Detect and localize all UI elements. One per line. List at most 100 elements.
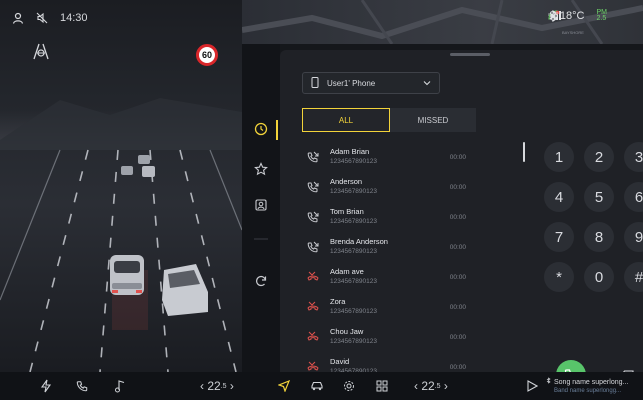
phone-sheet: User1' Phone ALL MISSED Adam Brian 123456… bbox=[280, 50, 643, 390]
now-playing[interactable]: Song name superlong... Band name superlo… bbox=[546, 377, 628, 396]
side-vehicle bbox=[162, 264, 208, 316]
refresh-icon[interactable] bbox=[252, 272, 270, 290]
sheet-handle[interactable] bbox=[450, 53, 490, 56]
recents-clock-icon[interactable] bbox=[252, 120, 270, 138]
ego-vehicle bbox=[110, 255, 144, 295]
chevron-right-icon[interactable]: › bbox=[230, 379, 234, 393]
user-icon[interactable] bbox=[12, 12, 24, 24]
contact-number: 1234567890123 bbox=[330, 188, 377, 195]
favorites-star-icon[interactable] bbox=[252, 160, 270, 178]
dialpad-key[interactable]: 2 bbox=[584, 142, 614, 172]
outgoing-call-icon bbox=[302, 150, 324, 164]
tab-missed[interactable]: MISSED bbox=[390, 108, 476, 132]
outgoing-call-icon bbox=[302, 210, 324, 224]
map-label: BAYSHORE bbox=[562, 30, 584, 35]
dialpad-key[interactable]: 8 bbox=[584, 222, 614, 252]
status-left: 14:30 bbox=[12, 12, 88, 24]
bottom-bar: ‹ 22.5 › ‹ 22.5 › Song name superlong...… bbox=[0, 372, 643, 400]
call-history-row[interactable]: Adam ave 1234567890123 00:00 bbox=[302, 262, 482, 292]
call-history-list: Adam Brian 1234567890123 00:00 Anderson 1234… bbox=[302, 142, 482, 382]
chevron-left-icon[interactable]: ‹ bbox=[200, 379, 204, 393]
clock-time: 14:30 bbox=[60, 12, 88, 24]
dialpad-key[interactable]: * bbox=[544, 262, 574, 292]
call-time: 00:00 bbox=[449, 183, 466, 191]
missed-call-icon bbox=[302, 300, 324, 314]
contact-name: Chou Jaw bbox=[330, 327, 364, 336]
dialpad-key[interactable]: 4 bbox=[544, 182, 574, 212]
phone-device-select[interactable]: User1' Phone bbox=[302, 72, 440, 94]
contact-name: Zora bbox=[330, 297, 346, 306]
play-icon[interactable] bbox=[526, 372, 538, 400]
driving-view: 14:30 60 bbox=[0, 0, 242, 372]
call-history-row[interactable]: Adam Brian 1234567890123 00:00 bbox=[302, 142, 482, 172]
chevron-down-icon bbox=[423, 79, 431, 88]
dialpad-key[interactable]: 9 bbox=[624, 222, 643, 252]
outside-temperature: 18°C bbox=[559, 10, 585, 22]
missed-call-icon bbox=[302, 270, 324, 284]
call-history-row[interactable]: Zora 1234567890123 00:00 bbox=[302, 292, 482, 322]
call-history-row[interactable]: Chou Jaw 1234567890123 00:00 bbox=[302, 322, 482, 352]
right-temp-control[interactable]: ‹ 22.5 › bbox=[414, 372, 448, 400]
call-history-row[interactable]: Tom Brian 1234567890123 00:00 bbox=[302, 202, 482, 232]
call-time: 00:00 bbox=[449, 333, 466, 341]
outgoing-call-icon bbox=[302, 180, 324, 194]
contact-name: Brenda Anderson bbox=[330, 237, 388, 246]
mute-icon[interactable] bbox=[36, 12, 48, 24]
chevron-right-icon[interactable]: › bbox=[444, 379, 448, 393]
song-title: Song name superlong... bbox=[554, 378, 629, 386]
phone-icon bbox=[311, 76, 319, 90]
call-time: 00:00 bbox=[449, 273, 466, 281]
call-time: 00:00 bbox=[449, 213, 466, 221]
contact-name: Adam ave bbox=[330, 267, 364, 276]
tab-all[interactable]: ALL bbox=[302, 108, 390, 132]
dialpad-key[interactable]: 0 bbox=[584, 262, 614, 292]
phone-device-label: User1' Phone bbox=[327, 78, 376, 88]
rail-divider bbox=[252, 230, 270, 248]
right-temp-value: 22 bbox=[421, 379, 435, 393]
contact-number: 1234567890123 bbox=[330, 308, 377, 315]
charging-icon[interactable] bbox=[40, 372, 52, 400]
dialpad-key[interactable]: 3 bbox=[624, 142, 643, 172]
contact-number: 1234567890123 bbox=[330, 218, 377, 225]
speed-limit-sign: 60 bbox=[196, 44, 218, 66]
adas-icon[interactable] bbox=[30, 42, 52, 65]
pm-value: 2.5 bbox=[596, 15, 607, 22]
contacts-icon[interactable] bbox=[252, 196, 270, 214]
right-temp-decimal: .5 bbox=[434, 382, 441, 390]
missed-call-icon bbox=[302, 330, 324, 344]
navigation-arrow-icon[interactable] bbox=[278, 372, 290, 400]
dialpad-key[interactable]: 7 bbox=[544, 222, 574, 252]
scrollbar[interactable] bbox=[523, 142, 525, 162]
contact-number: 1234567890123 bbox=[330, 338, 377, 345]
dialpad-key[interactable]: 5 bbox=[584, 182, 614, 212]
gear-icon[interactable] bbox=[343, 372, 355, 400]
contact-number: 1234567890123 bbox=[330, 278, 377, 285]
active-tab-indicator bbox=[276, 120, 278, 140]
call-history-row[interactable]: Anderson 1234567890123 00:00 bbox=[302, 172, 482, 202]
music-note-icon[interactable] bbox=[114, 372, 126, 400]
phone-panel: User1' Phone ALL MISSED Adam Brian 123456… bbox=[242, 44, 643, 390]
car-icon[interactable] bbox=[310, 372, 324, 400]
map-strip: BAYSHORE 5G 18°C PM 2.5 bbox=[242, 0, 643, 44]
contact-name: Anderson bbox=[330, 177, 363, 186]
dialpad-key[interactable]: 1 bbox=[544, 142, 574, 172]
apps-grid-icon[interactable] bbox=[376, 372, 388, 400]
call-time: 00:00 bbox=[449, 153, 466, 161]
call-time: 00:00 bbox=[449, 243, 466, 251]
bluetooth-icon bbox=[546, 377, 551, 387]
contact-name: Tom Brian bbox=[330, 207, 364, 216]
call-filter-tabs: ALL MISSED bbox=[302, 108, 476, 132]
contact-name: David bbox=[330, 357, 350, 366]
call-time: 00:00 bbox=[449, 303, 466, 311]
phone-icon-nav[interactable] bbox=[76, 372, 88, 400]
left-temp-control[interactable]: ‹ 22.5 › bbox=[200, 372, 234, 400]
dialpad-key[interactable]: 6 bbox=[624, 182, 643, 212]
dialpad-key[interactable]: # bbox=[624, 262, 643, 292]
air-quality: PM 2.5 bbox=[548, 9, 607, 22]
contact-number: 1234567890123 bbox=[330, 158, 377, 165]
chevron-left-icon[interactable]: ‹ bbox=[414, 379, 418, 393]
call-history-row[interactable]: Brenda Anderson 1234567890123 00:00 bbox=[302, 232, 482, 262]
phone-nav-rail bbox=[242, 44, 280, 372]
status-right: 5G 18°C PM 2.5 bbox=[548, 9, 643, 22]
contact-name: Adam Brian bbox=[330, 147, 370, 156]
